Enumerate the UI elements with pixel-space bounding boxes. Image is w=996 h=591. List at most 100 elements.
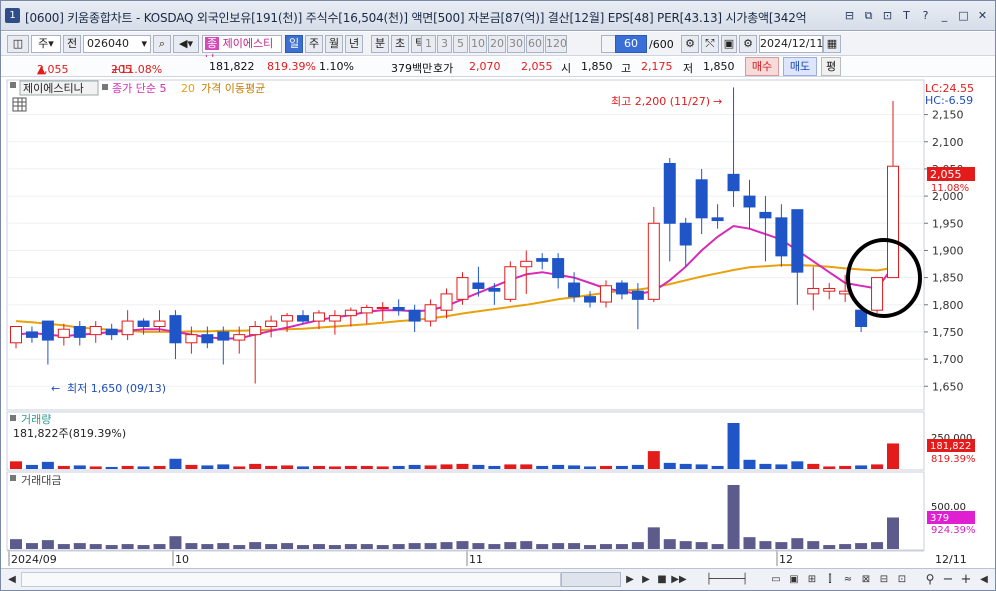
period-tab[interactable]: 분 — [371, 35, 389, 53]
stack-icon[interactable]: ⊡ — [879, 8, 896, 23]
candle-icon[interactable]: ⫿ — [823, 572, 837, 587]
volume-bar — [504, 464, 517, 469]
candle-body — [41, 320, 54, 341]
stock-code-input[interactable]: 026040 ▾ — [83, 35, 151, 53]
period-tab[interactable]: 주 — [305, 35, 323, 53]
magnifier-icon[interactable]: ⚲ — [923, 572, 937, 587]
candle-body — [504, 266, 517, 300]
amount-bar — [584, 545, 597, 549]
scroll-track[interactable] — [21, 572, 561, 587]
crosshair-icon[interactable]: ⊞ — [805, 572, 819, 587]
panel-toggle-icon[interactable]: ◫ — [7, 35, 29, 53]
interval-button[interactable]: 20 — [488, 35, 506, 53]
scale-icon[interactable]: ⊟ — [877, 572, 891, 587]
chart-compare-icon[interactable]: ⤲ — [701, 35, 719, 53]
text-tool-icon[interactable]: T — [898, 8, 915, 23]
date-label: 10 — [175, 553, 189, 566]
grid-settings-icon[interactable]: ⚙ — [681, 35, 699, 53]
volume-bar — [185, 464, 198, 469]
low-label: 저 — [683, 62, 694, 75]
period-tab[interactable]: 초 — [391, 35, 409, 53]
period-tab[interactable]: 월 — [325, 35, 343, 53]
amount-bar — [105, 545, 118, 549]
calendar-icon[interactable]: ▦ — [823, 35, 841, 53]
amount-bar — [615, 544, 628, 549]
volume-bar — [791, 461, 804, 469]
line-icon[interactable]: ≈ — [841, 572, 855, 587]
period-tab[interactable]: 일 — [285, 35, 303, 53]
count-total: /600 — [649, 38, 674, 51]
table-icon[interactable] — [12, 97, 27, 112]
amount-bar — [328, 545, 341, 549]
count-input[interactable]: 60 — [615, 35, 647, 53]
play-icon[interactable]: ▶ — [639, 572, 653, 587]
tile-icon[interactable]: ⧉ — [860, 8, 877, 23]
amount-bar — [217, 543, 230, 549]
volume-bar — [57, 465, 70, 469]
fast-forward-icon[interactable]: ▶▶ — [671, 572, 687, 587]
interval-button[interactable]: 3 — [437, 35, 452, 53]
zoom-in-icon[interactable]: + — [959, 572, 973, 587]
candle-body — [663, 163, 676, 224]
gear-icon[interactable]: ⚙ — [739, 35, 757, 53]
volume-bar — [105, 466, 118, 469]
search-icon[interactable]: ⌕ — [153, 35, 171, 53]
zoom-box-icon[interactable]: ▭ — [769, 572, 783, 587]
minimize-icon[interactable]: _ — [936, 8, 953, 23]
save-icon[interactable]: ▣ — [721, 35, 737, 53]
candle-body — [360, 306, 373, 314]
scroll-thumb[interactable] — [561, 572, 621, 587]
scroll-right-icon[interactable]: ▶ — [623, 572, 637, 587]
amount-bar — [743, 537, 756, 549]
stock-name-field[interactable]: 종 제이에스티나 — [202, 35, 282, 66]
candle-body — [312, 312, 325, 322]
interval-button[interactable]: 60 — [526, 35, 544, 53]
close-icon[interactable]: ✕ — [974, 8, 991, 23]
scroll-left-icon[interactable]: ◀ — [5, 572, 19, 587]
candle-body — [791, 209, 804, 273]
restore-layout-icon[interactable]: ⊟ — [841, 8, 858, 23]
stop-icon[interactable]: ■ — [655, 572, 669, 587]
speed-slider[interactable]: ├─────┤ — [691, 572, 763, 587]
date-input[interactable]: 2024/12/11 — [759, 35, 823, 53]
amount-bar — [839, 544, 852, 549]
legend-square-icon — [10, 82, 16, 88]
open-price: 1,850 — [581, 60, 613, 73]
amount-title: 거래대금 — [21, 474, 61, 487]
interval-button[interactable]: 120 — [545, 35, 567, 53]
bid-label: 호가 — [433, 62, 454, 75]
volume-panel — [6, 411, 925, 471]
volume-title: 거래량 — [21, 413, 51, 426]
period-select[interactable]: 주▾ — [31, 35, 61, 53]
fit-icon[interactable]: ⊠ — [859, 572, 873, 587]
volume-bar — [89, 466, 102, 469]
amount-bar — [472, 543, 485, 549]
sound-icon[interactable]: ◀▾ — [173, 35, 199, 53]
prev-button[interactable]: 전 — [63, 35, 81, 53]
amount-bar — [392, 544, 405, 549]
interval-button[interactable]: 1 — [421, 35, 436, 53]
interval-button[interactable]: 5 — [453, 35, 468, 53]
zoom-reset-icon[interactable]: ▣ — [787, 572, 801, 587]
help-icon[interactable]: ? — [917, 8, 934, 23]
chart-canvas[interactable]: 2,1502,1002,0502,0001,9501,9001,8501,800… — [1, 78, 995, 568]
high-price: 2,175 — [641, 60, 673, 73]
interval-button[interactable]: 30 — [507, 35, 525, 53]
candle-body — [823, 287, 836, 292]
more-right-icon[interactable]: ◀ — [977, 572, 991, 587]
eval-button[interactable]: 평 — [821, 57, 841, 76]
stock-code-value: 026040 — [87, 37, 129, 50]
zoom-out-icon[interactable]: − — [941, 572, 955, 587]
amount-bar — [376, 545, 389, 549]
candle-body — [392, 306, 405, 311]
chart-area[interactable]: 2,1502,1002,0502,0001,9501,9001,8501,800… — [1, 78, 995, 568]
period-tab[interactable]: 년 — [345, 35, 363, 53]
maximize-icon[interactable]: □ — [955, 8, 972, 23]
volume-bar — [281, 465, 294, 469]
settings-small-icon[interactable]: ⊡ — [895, 572, 909, 587]
sell-button[interactable]: 매도 — [783, 57, 817, 76]
amount-bar — [488, 544, 501, 549]
amount-bar — [185, 543, 198, 549]
buy-button[interactable]: 매수 — [745, 57, 779, 76]
interval-button[interactable]: 10 — [469, 35, 487, 53]
